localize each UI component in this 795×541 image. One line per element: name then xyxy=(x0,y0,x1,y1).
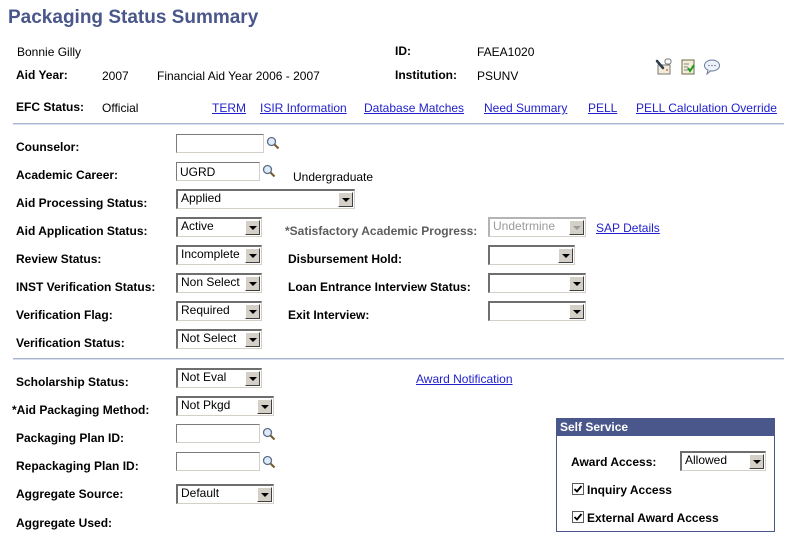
disbursement-hold-select[interactable] xyxy=(488,245,575,265)
aid-packaging-method-value: Not Pkgd xyxy=(181,398,231,412)
chevron-down-icon xyxy=(257,487,272,502)
sap-select: Undetrmine xyxy=(488,217,586,237)
aggregate-used-label: Aggregate Used: xyxy=(16,516,113,530)
aid-application-status-label: Aid Application Status: xyxy=(16,224,148,238)
verification-flag-value: Required xyxy=(181,303,230,317)
award-access-select[interactable]: Allowed xyxy=(680,451,766,471)
external-award-access-checkbox[interactable] xyxy=(572,511,584,523)
aggregate-source-select[interactable]: Default xyxy=(176,484,274,504)
chevron-down-icon xyxy=(257,399,272,414)
loan-entrance-interview-status-select[interactable] xyxy=(488,273,586,293)
comments-icon[interactable] xyxy=(703,58,721,76)
academic-career-input[interactable]: UGRD xyxy=(176,162,260,181)
aid-year-desc: Financial Aid Year 2006 - 2007 xyxy=(157,69,320,83)
verification-flag-label: Verification Flag: xyxy=(16,308,113,322)
verification-status-label: Verification Status: xyxy=(16,336,125,350)
chevron-down-icon xyxy=(245,332,260,347)
chevron-down-icon xyxy=(569,276,584,291)
aid-application-status-value: Active xyxy=(181,219,214,233)
repackaging-plan-id-label: Repackaging Plan ID: xyxy=(16,459,139,473)
aid-processing-status-select[interactable]: Applied xyxy=(176,189,355,209)
sap-label: *Satisfactory Academic Progress: xyxy=(285,224,478,238)
inst-verification-status-label: INST Verification Status: xyxy=(16,280,156,294)
inst-verification-status-value: Non Select xyxy=(181,275,240,289)
verification-status-select[interactable]: Not Select xyxy=(176,329,262,349)
aid-packaging-method-select[interactable]: Not Pkgd xyxy=(176,396,274,416)
packaging-plan-id-lookup-icon[interactable] xyxy=(262,427,276,441)
aid-application-status-select[interactable]: Active xyxy=(176,217,262,237)
section-divider xyxy=(13,123,784,125)
aid-processing-status-value: Applied xyxy=(181,191,222,205)
award-access-label: Award Access: xyxy=(571,455,657,469)
packaging-plan-id-input[interactable] xyxy=(176,424,260,443)
section-divider xyxy=(13,358,784,360)
aggregate-source-value: Default xyxy=(181,486,220,500)
aid-year-label: Aid Year: xyxy=(16,68,68,82)
nav-link-term[interactable]: TERM xyxy=(212,101,246,115)
repackaging-plan-id-lookup-icon[interactable] xyxy=(262,455,276,469)
checklist-icon[interactable] xyxy=(679,58,697,76)
inst-verification-status-select[interactable]: Non Select xyxy=(176,273,262,293)
review-status-label: Review Status: xyxy=(16,252,102,266)
scholarship-status-value: Not Eval xyxy=(181,370,227,384)
chevron-down-icon xyxy=(569,220,584,235)
self-service-title: Self Service xyxy=(557,419,774,436)
counselor-lookup-icon[interactable] xyxy=(266,136,280,150)
scholarship-status-label: Scholarship Status: xyxy=(16,375,129,389)
verification-status-value: Not Select xyxy=(181,331,237,345)
chevron-down-icon xyxy=(245,220,260,235)
chevron-down-icon xyxy=(558,248,573,263)
disbursement-hold-label: Disbursement Hold: xyxy=(288,252,403,266)
nav-link-need-summary[interactable]: Need Summary xyxy=(484,101,567,115)
review-status-select[interactable]: Incomplete xyxy=(176,245,262,265)
award-access-value: Allowed xyxy=(685,453,728,467)
efc-status-value: Official xyxy=(102,101,139,115)
student-name: Bonnie Gilly xyxy=(17,45,82,59)
nav-link-isir-information[interactable]: ISIR Information xyxy=(260,101,347,115)
inquiry-access-label: Inquiry Access xyxy=(587,483,672,497)
contact-log-icon[interactable] xyxy=(655,58,673,76)
external-award-access-label: External Award Access xyxy=(587,511,719,525)
loan-entrance-interview-status-label: Loan Entrance Interview Status: xyxy=(288,280,471,294)
verification-flag-select[interactable]: Required xyxy=(176,301,262,321)
nav-link-pell-calculation-override[interactable]: PELL Calculation Override xyxy=(636,101,777,115)
counselor-input[interactable] xyxy=(176,134,264,153)
sap-details-link[interactable]: SAP Details xyxy=(596,221,660,235)
repackaging-plan-id-input[interactable] xyxy=(176,452,260,471)
inquiry-access-checkbox[interactable] xyxy=(572,483,584,495)
efc-status-label: EFC Status: xyxy=(16,100,85,114)
chevron-down-icon xyxy=(245,248,260,263)
academic-career-desc: Undergraduate xyxy=(293,170,374,184)
aid-packaging-method-label: *Aid Packaging Method: xyxy=(12,403,150,417)
nav-link-pell[interactable]: PELL xyxy=(588,101,617,115)
chevron-down-icon xyxy=(245,304,260,319)
aggregate-source-label: Aggregate Source: xyxy=(16,487,124,501)
nav-link-database-matches[interactable]: Database Matches xyxy=(364,101,464,115)
self-service-panel: Self Service Award Access: Allowed Inqui… xyxy=(556,418,775,532)
exit-interview-select[interactable] xyxy=(488,301,586,321)
packaging-plan-id-label: Packaging Plan ID: xyxy=(16,431,125,445)
chevron-down-icon xyxy=(569,304,584,319)
chevron-down-icon xyxy=(245,371,260,386)
counselor-label: Counselor: xyxy=(16,140,80,154)
exit-interview-label: Exit Interview: xyxy=(288,308,370,322)
sap-value: Undetrmine xyxy=(493,219,556,233)
institution-value: PSUNV xyxy=(477,69,519,83)
id-label: ID: xyxy=(395,44,411,58)
aid-year-value: 2007 xyxy=(102,69,129,83)
award-notification-link[interactable]: Award Notification xyxy=(416,372,513,386)
chevron-down-icon xyxy=(749,454,764,469)
academic-career-lookup-icon[interactable] xyxy=(262,164,276,178)
scholarship-status-select[interactable]: Not Eval xyxy=(176,368,262,388)
page-title: Packaging Status Summary xyxy=(8,7,259,28)
chevron-down-icon xyxy=(338,192,353,207)
aid-processing-status-label: Aid Processing Status: xyxy=(16,196,148,210)
academic-career-label: Academic Career: xyxy=(16,168,119,182)
chevron-down-icon xyxy=(245,276,260,291)
review-status-value: Incomplete xyxy=(181,247,240,261)
id-value: FAEA1020 xyxy=(477,45,535,59)
institution-label: Institution: xyxy=(395,68,457,82)
